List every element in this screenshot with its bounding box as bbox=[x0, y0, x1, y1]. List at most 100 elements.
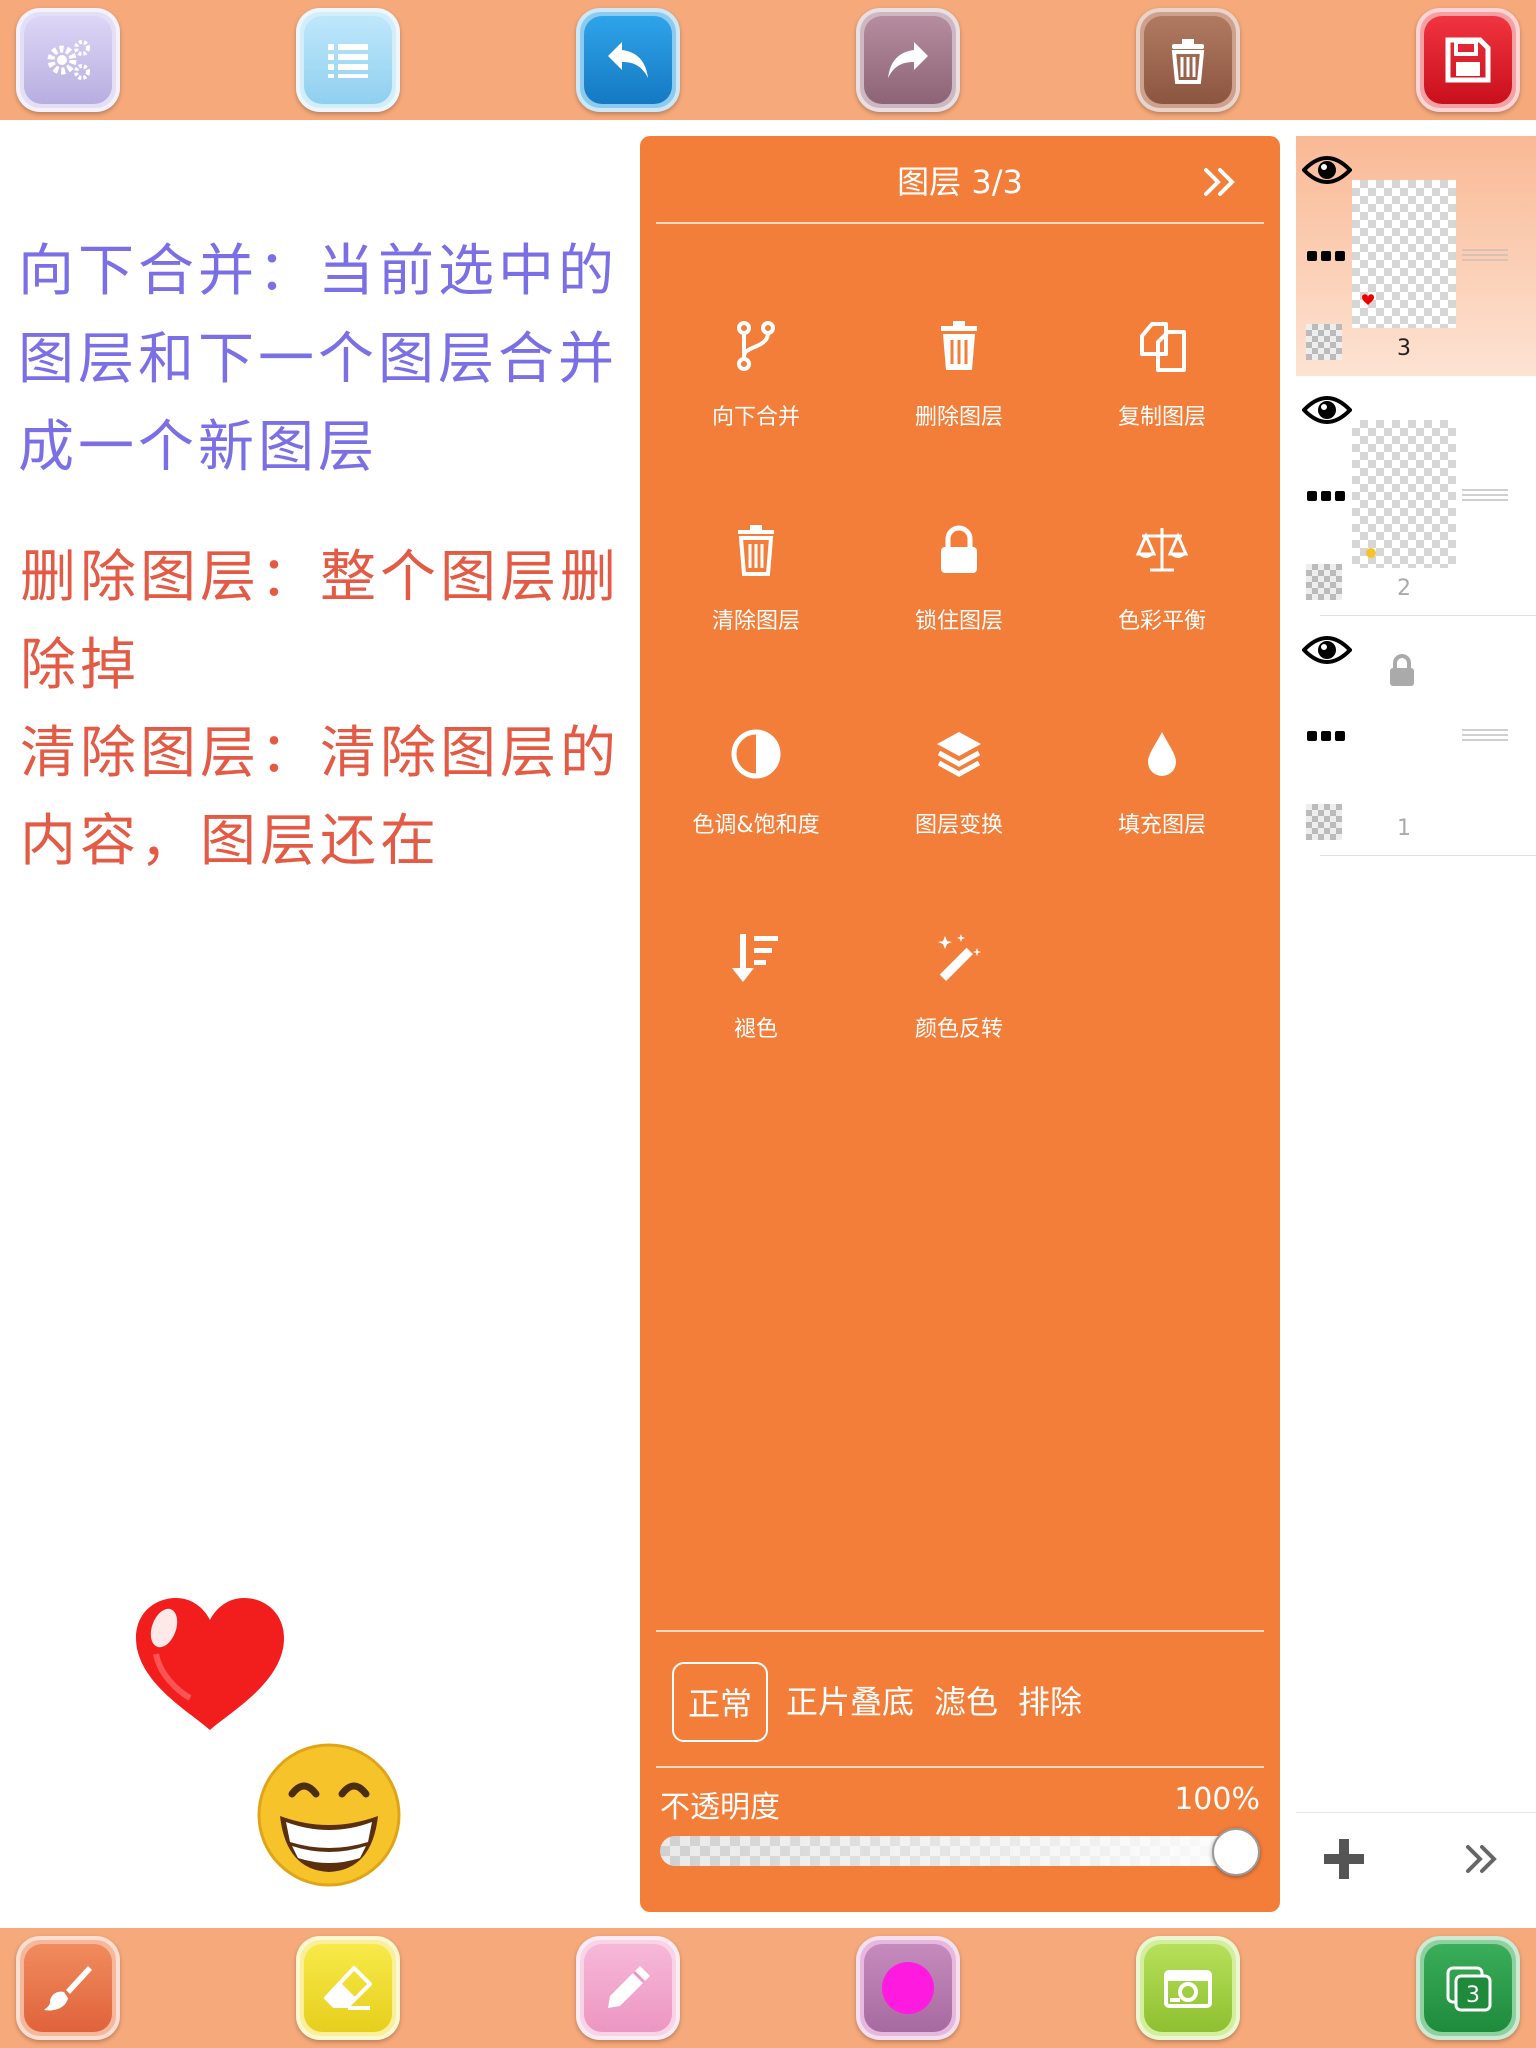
clear-layer-action[interactable]: 清除图层 bbox=[656, 522, 856, 682]
duplicate-layer-action[interactable]: 复制图层 bbox=[1062, 318, 1262, 478]
panel-divider bbox=[656, 1630, 1264, 1632]
layer-number: 2 bbox=[1397, 576, 1411, 601]
color-button[interactable] bbox=[856, 1936, 960, 2040]
drag-handle-icon[interactable] bbox=[1462, 248, 1508, 262]
layers-button[interactable]: 3 bbox=[1416, 1936, 1520, 2040]
camera-button[interactable] bbox=[1136, 1936, 1240, 2040]
top-toolbar bbox=[0, 0, 1536, 120]
redo-button[interactable] bbox=[856, 8, 960, 112]
drag-handle-icon[interactable] bbox=[1462, 488, 1508, 502]
delete-layer-action[interactable]: 删除图层 bbox=[859, 318, 1059, 478]
color-swatch-icon bbox=[882, 1962, 934, 2014]
blend-mode-normal[interactable]: 正常 bbox=[672, 1662, 768, 1742]
sort-down-icon bbox=[732, 934, 778, 982]
magic-wand-icon bbox=[938, 934, 981, 981]
brush-icon bbox=[44, 1966, 92, 2011]
layer-row-2[interactable]: 2 bbox=[1296, 376, 1536, 616]
trash-icon bbox=[1171, 39, 1205, 84]
action-label: 图层变换 bbox=[914, 813, 1003, 838]
color-balance-action[interactable]: 色彩平衡 bbox=[1062, 522, 1262, 682]
layer-thumbnail bbox=[1352, 180, 1456, 328]
alpha-lock-thumbnail[interactable] bbox=[1306, 324, 1342, 360]
balance-icon bbox=[1135, 528, 1189, 572]
more-icon[interactable] bbox=[1306, 726, 1346, 746]
fill-layer-action[interactable]: 填充图层 bbox=[1062, 726, 1262, 886]
layer-separator bbox=[1320, 855, 1536, 856]
alpha-lock-thumbnail[interactable] bbox=[1306, 804, 1342, 840]
undo-icon bbox=[608, 42, 648, 78]
camera-icon bbox=[1164, 1970, 1212, 2008]
action-label: 锁住图层 bbox=[914, 609, 1003, 634]
blend-mode-exclusion[interactable]: 排除 bbox=[1016, 1662, 1084, 1742]
opacity-fill bbox=[660, 1836, 1260, 1866]
drop-icon bbox=[1148, 732, 1176, 776]
copy-icon bbox=[1140, 322, 1186, 372]
trash-button[interactable] bbox=[1136, 8, 1240, 112]
trash-icon bbox=[738, 525, 774, 576]
pencil-button[interactable] bbox=[576, 1936, 680, 2040]
action-label: 清除图层 bbox=[711, 609, 800, 634]
blend-mode-screen[interactable]: 滤色 bbox=[932, 1662, 1000, 1742]
opacity-label: 不透明度 bbox=[660, 1790, 780, 1825]
hue-saturation-action[interactable]: 色调&饱和度 bbox=[656, 726, 856, 886]
action-label: 删除图层 bbox=[914, 405, 1003, 430]
merge-down-action[interactable]: 向下合并 bbox=[656, 318, 856, 478]
layer-thumbnail bbox=[1352, 420, 1456, 568]
eye-icon[interactable] bbox=[1302, 152, 1352, 188]
eye-icon[interactable] bbox=[1302, 632, 1352, 668]
eye-icon[interactable] bbox=[1302, 392, 1352, 428]
more-icon[interactable] bbox=[1306, 486, 1346, 506]
layer-row-3[interactable]: 3 bbox=[1296, 136, 1536, 376]
blend-mode-multiply[interactable]: 正片叠底 bbox=[784, 1662, 916, 1742]
invert-colors-action[interactable]: 颜色反转 bbox=[859, 930, 1059, 1090]
layers-icon bbox=[937, 732, 981, 777]
eraser-icon bbox=[324, 1966, 372, 2010]
layer-number: 1 bbox=[1397, 816, 1411, 841]
layer-number: 3 bbox=[1397, 336, 1411, 361]
layers-count-icon: 3 bbox=[1446, 1966, 1492, 2012]
opacity-slider-thumb[interactable] bbox=[1212, 1828, 1260, 1876]
panel-title: 图层 3/3 bbox=[897, 163, 1023, 201]
clear-layer-note: 清除图层：清除图层的内容，图层还在 bbox=[20, 721, 620, 874]
layer-transform-action[interactable]: 图层变换 bbox=[859, 726, 1059, 886]
fade-action[interactable]: 褪色 bbox=[656, 930, 856, 1090]
panel-divider bbox=[656, 1766, 1264, 1768]
bottom-toolbar: 3 bbox=[0, 1928, 1536, 2048]
layer-row-1[interactable]: 1 bbox=[1296, 616, 1536, 856]
action-label: 填充图层 bbox=[1117, 813, 1206, 838]
merge-down-note: 向下合并：当前选中的图层和下一个图层合并成一个新图层 bbox=[18, 239, 618, 480]
action-label: 褪色 bbox=[733, 1017, 778, 1042]
undo-button[interactable] bbox=[576, 8, 680, 112]
brush-button[interactable] bbox=[16, 1936, 120, 2040]
drag-handle-icon[interactable] bbox=[1462, 728, 1508, 742]
redo-icon bbox=[888, 42, 928, 78]
delete-layer-note: 删除图层：整个图层删除掉 bbox=[20, 545, 620, 698]
save-button[interactable] bbox=[1416, 8, 1520, 112]
double-chevron-right-icon[interactable] bbox=[1462, 1839, 1502, 1879]
trash-icon bbox=[941, 321, 977, 370]
layer-list-footer bbox=[1296, 1812, 1536, 1912]
action-label: 色调&饱和度 bbox=[692, 813, 820, 838]
grinning-face-sticker bbox=[257, 1743, 401, 1887]
settings-button[interactable] bbox=[16, 8, 120, 112]
half-circle-icon bbox=[731, 729, 781, 779]
merge-down-icon bbox=[737, 321, 775, 371]
lock-icon bbox=[1390, 654, 1414, 686]
double-chevron-right-icon[interactable] bbox=[1200, 162, 1240, 202]
heart-preview-icon bbox=[1362, 294, 1374, 305]
more-icon[interactable] bbox=[1306, 246, 1346, 266]
alpha-lock-thumbnail[interactable] bbox=[1306, 564, 1342, 600]
opacity-slider[interactable] bbox=[660, 1836, 1260, 1866]
panel-divider bbox=[656, 222, 1264, 224]
menu-button[interactable] bbox=[296, 8, 400, 112]
opacity-value: 100% bbox=[1174, 1782, 1260, 1817]
action-label: 向下合并 bbox=[711, 405, 800, 430]
layer-panel: 图层 3/3 向下合并 删除图层 复制图层 清除图层 锁住图层 色彩平衡 色调&… bbox=[640, 136, 1280, 1912]
action-label: 复制图层 bbox=[1117, 405, 1206, 430]
gears-icon bbox=[47, 40, 90, 80]
lock-layer-action[interactable]: 锁住图层 bbox=[859, 522, 1059, 682]
eraser-button[interactable] bbox=[296, 1936, 400, 2040]
plus-icon[interactable] bbox=[1320, 1835, 1368, 1883]
heart-sticker bbox=[136, 1598, 284, 1730]
floppy-icon bbox=[1445, 37, 1491, 83]
